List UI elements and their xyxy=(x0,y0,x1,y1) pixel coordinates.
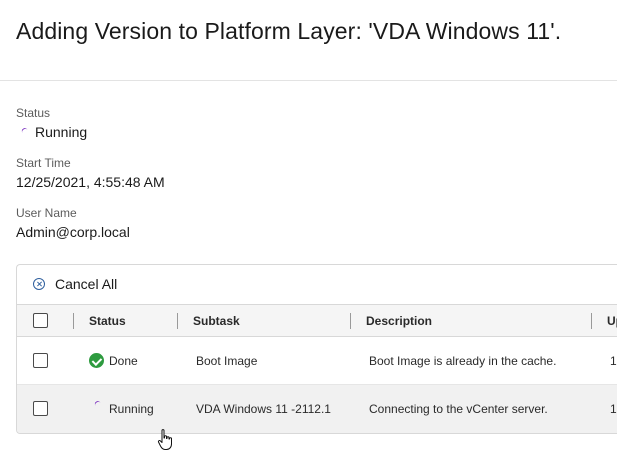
column-separator xyxy=(591,313,592,329)
user-name-label: User Name xyxy=(16,206,77,220)
page-header: Adding Version to Platform Layer: 'VDA W… xyxy=(0,0,617,81)
status-text: Running xyxy=(35,124,88,140)
row-description: Connecting to the vCenter server. xyxy=(369,402,548,416)
subtasks-panel: Cancel All Status Subtask Description Up… xyxy=(16,264,617,434)
user-name-value: Admin@corp.local xyxy=(16,224,130,240)
spinner-icon xyxy=(20,127,30,137)
row-updated: 12 xyxy=(610,402,617,416)
subtasks-toolbar: Cancel All xyxy=(17,265,617,305)
page-title: Adding Version to Platform Layer: 'VDA W… xyxy=(16,18,562,44)
column-header-updated[interactable]: Up xyxy=(607,314,617,328)
row-checkbox[interactable] xyxy=(33,353,48,368)
row-status: Done xyxy=(109,354,138,368)
table-row[interactable]: Done Boot Image Boot Image is already in… xyxy=(17,337,617,385)
row-description: Boot Image is already in the cache. xyxy=(369,354,557,368)
table-header: Status Subtask Description Up xyxy=(17,305,617,337)
spinner-icon xyxy=(93,400,103,410)
row-subtask: VDA Windows 11 -2112.1 xyxy=(196,402,331,416)
row-checkbox[interactable] xyxy=(33,401,48,416)
row-updated: 12 xyxy=(610,354,617,368)
column-header-subtask[interactable]: Subtask xyxy=(193,314,240,328)
column-header-status[interactable]: Status xyxy=(89,314,126,328)
row-subtask: Boot Image xyxy=(196,354,258,368)
table-row[interactable]: Running VDA Windows 11 -2112.1 Connectin… xyxy=(17,385,617,433)
hand-cursor-icon xyxy=(157,429,172,450)
column-separator xyxy=(177,313,178,329)
column-separator xyxy=(73,313,74,329)
select-all-checkbox[interactable] xyxy=(33,313,48,328)
column-separator xyxy=(350,313,351,329)
start-time-label: Start Time xyxy=(16,156,71,170)
cancel-all-label: Cancel All xyxy=(55,276,118,292)
start-time-value: 12/25/2021, 4:55:48 AM xyxy=(16,174,165,190)
check-circle-icon xyxy=(89,353,104,368)
status-value: Running xyxy=(16,124,87,140)
cancel-all-button[interactable]: Cancel All xyxy=(33,276,117,292)
status-label: Status xyxy=(16,106,51,120)
cancel-circle-icon xyxy=(33,278,45,290)
row-status: Running xyxy=(109,402,154,416)
column-header-description[interactable]: Description xyxy=(366,314,432,328)
